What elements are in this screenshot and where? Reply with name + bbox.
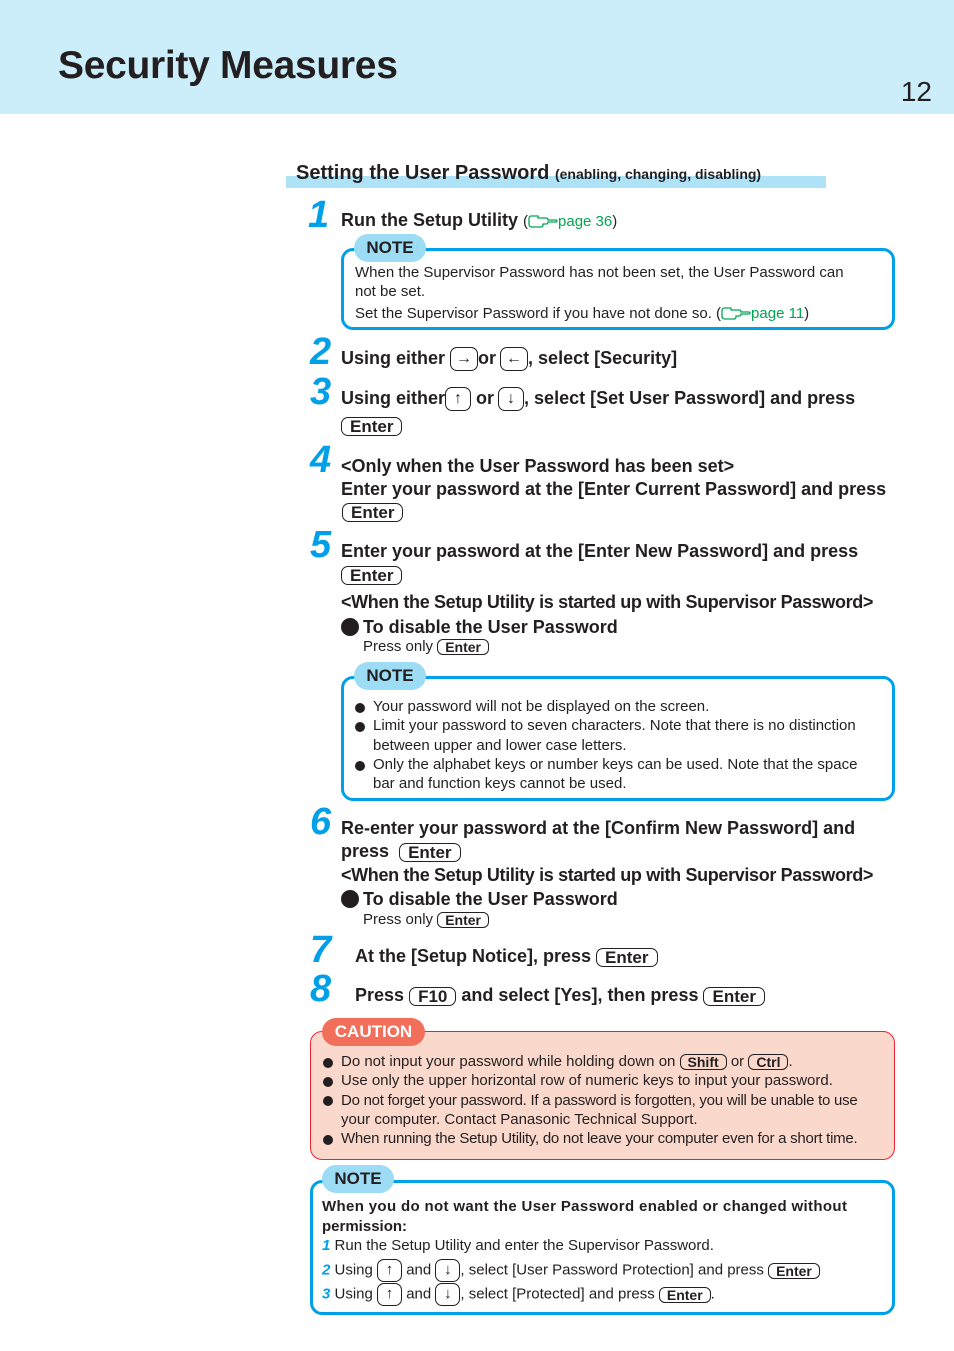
note-2-item-1: Your password will not be displayed on t… xyxy=(373,698,710,715)
up-arrow-key-icon: ↑ xyxy=(377,1259,403,1282)
caution-item-4: When running the Setup Utility, do not l… xyxy=(341,1130,858,1147)
caution-item-3-cont: your computer. Contact Panasonic Technic… xyxy=(341,1111,698,1128)
step-8-text: Press F10 and select [Yes], then press E… xyxy=(355,984,765,1006)
enter-key-icon: Enter xyxy=(596,947,658,967)
note-3-step-3: 3 Using ↑ and ↓, select [Protected] and … xyxy=(322,1283,715,1306)
note-1-line-2: not be set. xyxy=(355,283,426,300)
left-arrow-key-icon: ← xyxy=(500,347,529,372)
page-number: 12 xyxy=(900,76,932,107)
bullet-icon xyxy=(323,1135,333,1145)
note-2-item-3: Only the alphabet keys or number keys ca… xyxy=(373,756,858,773)
step-number-3: 3 xyxy=(310,371,332,413)
step-number-2: 2 xyxy=(310,331,332,373)
down-arrow-key-icon: ↓ xyxy=(498,387,525,412)
note-2-item-2: Limit your password to seven characters.… xyxy=(373,717,856,734)
caution-item-3: Do not forget your password. If a passwo… xyxy=(341,1092,858,1109)
bullet-icon xyxy=(323,1096,333,1106)
step-number-5: 5 xyxy=(310,524,332,566)
step-number-4: 4 xyxy=(310,439,332,481)
step-number-6: 6 xyxy=(310,801,332,843)
pointing-hand-icon xyxy=(721,307,751,320)
step-3-text: Using either ↑ or ↓, select [Set User Pass… xyxy=(341,387,855,412)
section-subtitle: (enabling, changing, disabling) xyxy=(554,166,762,182)
note-2-item-3-cont: bar and function keys cannot be used. xyxy=(373,775,627,792)
note-1-line-1: When the Supervisor Password has not bee… xyxy=(355,264,844,281)
pointing-hand-icon xyxy=(528,215,558,228)
caution-item-1: Do not input your password while holding… xyxy=(341,1053,793,1071)
ctrl-key-icon: Ctrl xyxy=(748,1054,789,1071)
page-36-link[interactable]: page 36 xyxy=(558,213,612,230)
step-6-condition: <When the Setup Utility is started up wi… xyxy=(341,865,874,885)
page-11-link[interactable]: page 11 xyxy=(751,305,804,322)
note-2-item-2-cont: between upper and lower case letters. xyxy=(373,737,627,754)
bullet-icon xyxy=(355,761,365,771)
step-6-line-1: Re-enter your password at the [Confirm N… xyxy=(341,818,856,838)
caution-item-2: Use only the upper horizontal row of num… xyxy=(341,1072,833,1089)
bullet-icon xyxy=(355,703,365,713)
note-tag: NOTE xyxy=(354,662,426,690)
note-3-heading: When you do not want the User Password e… xyxy=(322,1198,848,1215)
step-4-line-1: <Only when the User Password has been se… xyxy=(341,456,735,476)
bullet-icon xyxy=(355,722,365,732)
enter-key-icon: Enter xyxy=(437,639,489,656)
note-1-line-3: Set the Supervisor Password if you have … xyxy=(355,305,810,322)
right-arrow-key-icon: → xyxy=(450,347,479,372)
step-5-condition: <When the Setup Utility is started up wi… xyxy=(341,592,874,612)
enter-key-icon: Enter xyxy=(658,1286,711,1303)
note-tag: NOTE xyxy=(354,234,426,262)
section-heading: Setting the User Password (enabling, cha… xyxy=(286,160,826,188)
step-number-8: 8 xyxy=(310,968,332,1010)
step-5-press-only: Press only Enter xyxy=(363,637,489,656)
up-arrow-key-icon: ↑ xyxy=(377,1283,403,1306)
bullet-icon xyxy=(323,1077,333,1087)
note-tag: NOTE xyxy=(322,1165,394,1193)
page-title: Security Measures xyxy=(58,44,398,87)
note-3-step-2: 2 Using ↑ and ↓, select [User Password P… xyxy=(322,1259,820,1282)
step-6-line-2: press Enter xyxy=(341,840,461,862)
enter-key-icon: Enter xyxy=(768,1262,820,1279)
note-3-step-1: 1 Run the Setup Utility and enter the Su… xyxy=(322,1237,714,1254)
step-5-line-1: Enter your password at the [Enter New Pa… xyxy=(341,541,859,561)
enter-key-icon: Enter xyxy=(703,986,765,1006)
step-6-press-only: Press only Enter xyxy=(363,910,489,929)
bullet-icon xyxy=(341,618,359,636)
step-1-text: Run the Setup Utility (page 36) xyxy=(341,210,618,230)
note-3-heading-cont: permission: xyxy=(322,1218,408,1235)
step-4-line-2: Enter your password at the [Enter Curren… xyxy=(341,479,887,499)
section-title: Setting the User Password (enabling, cha… xyxy=(296,162,762,184)
enter-key-icon: Enter xyxy=(342,502,404,522)
up-arrow-key-icon: ↑ xyxy=(445,387,472,412)
enter-key-icon: Enter xyxy=(341,565,403,585)
enter-key-icon: Enter xyxy=(399,842,461,862)
step-number-7: 7 xyxy=(310,929,332,971)
down-arrow-key-icon: ↓ xyxy=(435,1259,461,1282)
step-7-text: At the [Setup Notice], press Enter xyxy=(355,945,658,967)
caution-tag: CAUTION xyxy=(322,1018,425,1046)
step-2-text: Using either → or ←, select [Security] xyxy=(341,347,677,372)
enter-key-icon: Enter xyxy=(437,912,489,929)
bullet-icon xyxy=(323,1058,333,1068)
down-arrow-key-icon: ↓ xyxy=(435,1283,461,1306)
step-6-bullet: To disable the User Password xyxy=(341,888,618,910)
shift-key-icon: Shift xyxy=(679,1054,727,1071)
step-5-bullet: To disable the User Password xyxy=(341,616,618,638)
f10-key-icon: F10 xyxy=(409,986,457,1006)
bullet-icon xyxy=(341,890,359,908)
enter-key-icon: Enter xyxy=(341,416,403,436)
step-number-1: 1 xyxy=(308,194,330,236)
